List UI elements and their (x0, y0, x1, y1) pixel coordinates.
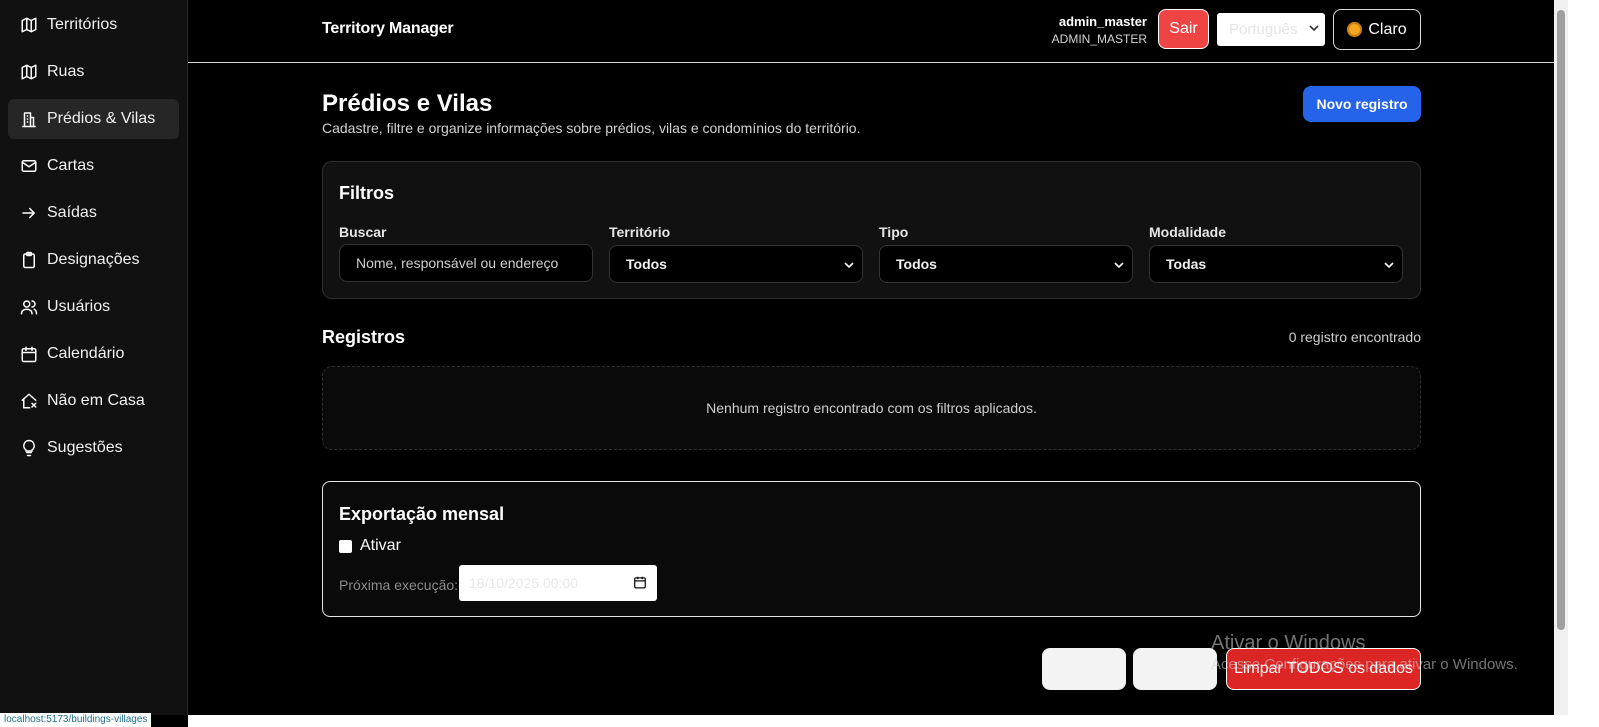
search-label: Buscar (339, 224, 387, 240)
records-empty-state: Nenhum registro encontrado com os filtro… (322, 366, 1421, 450)
sidebar-item-territorios[interactable]: Territórios (8, 5, 179, 45)
sidebar-item-predios-vilas[interactable]: Prédios & Vilas (8, 99, 179, 139)
mode-value: Todas (1166, 256, 1207, 272)
sidebar-item-label: Saídas (47, 204, 97, 221)
sidebar-item-sugestoes[interactable]: Sugestões (8, 428, 179, 468)
enable-label: Ativar (360, 537, 401, 554)
calendar-icon (21, 346, 37, 363)
building-icon (22, 112, 36, 128)
sun-icon (1347, 22, 1363, 37)
type-value: Todos (896, 256, 937, 272)
mail-icon (21, 160, 37, 172)
mode-select[interactable]: Todas (1149, 245, 1403, 283)
top-header: Territory Manager admin_master ADMIN_MAS… (188, 0, 1554, 63)
sidebar-item-ruas[interactable]: Ruas (8, 52, 179, 92)
territory-label: Território (609, 224, 671, 240)
territory-value: Todos (626, 256, 667, 272)
sidebar-item-label: Territórios (47, 16, 118, 33)
windows-activation-title: Ativar o Windows (1211, 632, 1366, 654)
sidebar-item-label: Cartas (47, 157, 95, 174)
type-label: Tipo (879, 224, 909, 240)
search-input[interactable]: Nome, responsável ou endereço (339, 244, 593, 282)
map-icon (21, 17, 37, 33)
action-button-1[interactable] (1042, 648, 1126, 690)
brand-title: Territory Manager (322, 20, 454, 37)
arrow-right-icon (22, 207, 35, 219)
sidebar-item-label: Prédios & Vilas (47, 110, 156, 127)
theme-toggle-button[interactable]: Claro (1333, 9, 1421, 50)
sidebar-item-saidas[interactable]: Saídas (8, 193, 179, 233)
export-title: Exportação mensal (339, 504, 505, 524)
map-icon (21, 64, 37, 80)
users-icon (20, 300, 38, 315)
user-role: ADMIN_MASTER (1051, 32, 1147, 46)
sidebar-item-designacoes[interactable]: Designações (8, 240, 179, 280)
records-count: 0 registro encontrado (1288, 329, 1421, 345)
sidebar-item-label: Calendário (47, 345, 125, 362)
theme-label: Claro (1368, 20, 1407, 38)
sidebar: Territórios Ruas Prédios & Vilas Cartas … (0, 0, 188, 715)
sidebar-item-calendario[interactable]: Calendário (8, 334, 179, 374)
territory-select[interactable]: Todos (609, 245, 863, 283)
enable-export-row[interactable]: Ativar (339, 537, 401, 555)
clipboard-icon (23, 251, 35, 269)
new-record-button[interactable]: Novo registro (1303, 86, 1421, 122)
sidebar-item-label: Designações (47, 251, 140, 268)
enable-checkbox[interactable] (339, 539, 352, 553)
sidebar-item-label: Sugestões (47, 439, 123, 456)
language-select[interactable]: Português (1217, 13, 1325, 46)
scrollbar-thumb[interactable] (1557, 10, 1565, 630)
empty-message: Nenhum registro encontrado com os filtro… (706, 400, 1037, 416)
type-select[interactable]: Todos (879, 245, 1133, 283)
sidebar-item-label: Ruas (47, 63, 85, 80)
app-window: Territórios Ruas Prédios & Vilas Cartas … (0, 0, 1599, 727)
next-run-label: Próxima execução: (339, 577, 459, 593)
window-edge (1568, 0, 1599, 727)
sidebar-item-cartas[interactable]: Cartas (8, 146, 179, 186)
sidebar-item-nao-em-casa[interactable]: Não em Casa (8, 381, 179, 421)
house-x-icon (21, 393, 37, 409)
search-placeholder: Nome, responsável ou endereço (356, 255, 559, 271)
lightbulb-icon (23, 439, 35, 457)
sidebar-item-label: Não em Casa (47, 392, 145, 409)
logout-button[interactable]: Sair (1158, 9, 1209, 49)
bottom-edge (188, 715, 1568, 727)
vertical-scrollbar[interactable] (1554, 0, 1568, 715)
calendar-icon[interactable] (633, 575, 647, 589)
windows-activation-subtitle: Acesse Configurações para ativar o Windo… (1211, 656, 1518, 673)
chevron-down-icon (1309, 25, 1319, 32)
sidebar-item-usuarios[interactable]: Usuários (8, 287, 179, 327)
chevron-down-icon (1114, 262, 1124, 269)
mode-label: Modalidade (1149, 224, 1227, 240)
status-bar-url: localhost:5173/buildings-villages (0, 713, 152, 727)
records-title: Registros (322, 327, 406, 347)
filters-panel: Filtros Buscar Nome, responsável ou ende… (322, 161, 1421, 299)
next-run-datetime-input[interactable]: 18/10/2025 00:00 (459, 565, 657, 601)
action-button-2[interactable] (1133, 648, 1217, 690)
chevron-down-icon (1384, 262, 1394, 269)
page-title: Prédios e Vilas (322, 90, 493, 117)
language-value: Português (1229, 21, 1298, 38)
user-name: admin_master (1058, 14, 1147, 29)
filters-title: Filtros (339, 183, 395, 203)
monthly-export-panel: Exportação mensal Ativar Próxima execuçã… (322, 481, 1421, 617)
chevron-down-icon (844, 262, 854, 269)
next-run-value: 18/10/2025 00:00 (469, 575, 578, 591)
page-subtitle: Cadastre, filtre e organize informações … (322, 120, 861, 136)
sidebar-item-label: Usuários (47, 298, 111, 315)
